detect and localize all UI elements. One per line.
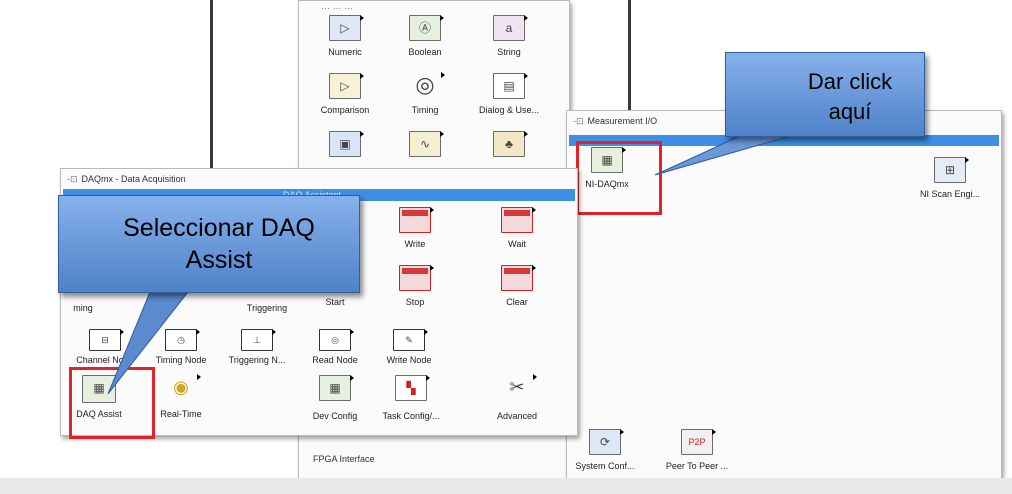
read-node-icon: ◎ (319, 329, 354, 351)
palette-item-ni-scan-engine[interactable]: ⊞ NI Scan Engi... (907, 157, 993, 200)
palette-item-label: Wait (508, 239, 526, 249)
palette-item-label: Read Node (312, 355, 358, 365)
palette-item-label: Timing (411, 105, 439, 115)
write-icon (399, 207, 434, 233)
palette-item-label: Dialog & Use... (478, 105, 540, 115)
palette-item-label: Write (404, 239, 426, 249)
real-time-icon: ◉ (165, 374, 201, 401)
dar-click-text: Dar click aquí (807, 69, 893, 124)
palette-item-label: System Conf... (575, 461, 635, 471)
clear-icon (501, 265, 536, 291)
boolean-icon: Ⓐ (409, 15, 444, 41)
palette-item-label: Dev Config (312, 411, 358, 421)
palette-item-app-control[interactable]: ♣ (473, 131, 545, 157)
cut-off-label-row: … … … (321, 1, 354, 11)
task-config-icon: ▚ (395, 375, 430, 401)
seleccionar-callout: Seleccionar DAQ Assist (58, 195, 360, 293)
panel-title: -⊡ DAQmx - Data Acquisition (67, 174, 186, 184)
pin-icon[interactable]: -⊡ (67, 174, 78, 184)
palette-item-label: Start (325, 297, 345, 307)
numeric-icon: ▷ (329, 15, 364, 41)
channel-node-icon: ⊟ (89, 329, 124, 351)
list-item-fpga-interface[interactable]: FPGA Interface (313, 454, 375, 464)
canvas-bottom-strip (0, 478, 1012, 494)
daq-assist-highlight (69, 367, 155, 439)
stop-icon (399, 265, 434, 291)
palette-item-label: Triggering N... (228, 355, 286, 365)
background-divider-right (628, 0, 631, 115)
palette-item-boolean[interactable]: Ⓐ Boolean (389, 15, 461, 58)
palette-item-label: Peer To Peer ... (665, 461, 729, 471)
palette-item-task-config[interactable]: ▚ Task Config/... (375, 375, 447, 422)
palette-item-wait[interactable]: Wait (481, 207, 553, 250)
palette-item-dev-config[interactable]: ▦ Dev Config (299, 375, 371, 422)
palette-item-real-time[interactable]: ◉ Real-Time (145, 374, 217, 420)
palette-item-label: Boolean (408, 47, 442, 57)
system-config-icon: ⟳ (589, 429, 624, 455)
triggering-node-icon: ⊥ (241, 329, 276, 351)
seleccionar-text: Seleccionar DAQ Assist (123, 214, 315, 274)
comparison-icon: ▷ (329, 73, 364, 99)
string-icon: a (493, 15, 528, 41)
palette-item-system-config[interactable]: ⟳ System Conf... (569, 429, 641, 472)
dev-config-icon: ▦ (319, 375, 354, 401)
palette-item-clear[interactable]: Clear (481, 265, 553, 308)
palette-item-timing[interactable]: ◎ Timing (389, 72, 461, 116)
save-icon: ▣ (329, 131, 364, 157)
palette-item-numeric[interactable]: ▷ Numeric (309, 15, 381, 58)
dialog-icon: ▤ (493, 73, 528, 99)
palette-item-label: Triggering (246, 303, 288, 313)
wait-icon (501, 207, 536, 233)
palette-item-string[interactable]: a String (473, 15, 545, 58)
palette-item-read-node[interactable]: ◎ Read Node (299, 329, 371, 366)
palette-item-dialog[interactable]: ▤ Dialog & Use... (473, 73, 545, 116)
palette-item-label: Advanced (496, 411, 538, 421)
palette-item-file-io[interactable]: ▣ (309, 131, 381, 157)
palette-item-stop[interactable]: Stop (379, 265, 451, 308)
palette-item-label: Real-Time (160, 409, 202, 419)
palette-item-label: Channel Node (76, 355, 134, 365)
peer-to-peer-icon: P2P (681, 429, 716, 455)
scan-engine-icon: ⊞ (934, 157, 969, 183)
app-control-icon: ♣ (493, 131, 528, 157)
palette-item-peer-to-peer[interactable]: P2P Peer To Peer ... (661, 429, 733, 472)
palette-item-label: Clear (506, 297, 528, 307)
palette-item-triggering-node[interactable]: ⊥ Triggering N... (221, 329, 293, 366)
palette-item-label: Timing Node (155, 355, 207, 365)
timing-icon: ◎ (409, 72, 445, 99)
palette-item-waveform[interactable]: ∿ (389, 131, 461, 157)
dar-click-callout: Dar click aquí (725, 52, 925, 137)
palette-item-label: NI Scan Engi... (919, 189, 981, 199)
write-node-icon: ✎ (393, 329, 428, 351)
palette-item-label: Numeric (328, 47, 362, 57)
timing-node-icon: ◷ (165, 329, 200, 351)
palette-item-label: Write Node (386, 355, 432, 365)
ni-daqmx-highlight (576, 141, 662, 215)
palette-item-channel-node[interactable]: ⊟ Channel Node (69, 329, 141, 366)
waveform-icon: ∿ (409, 131, 444, 157)
palette-item-write-node[interactable]: ✎ Write Node (373, 329, 445, 366)
palette-item-comparison[interactable]: ▷ Comparison (309, 73, 381, 116)
palette-item-advanced[interactable]: ✂ Advanced (481, 374, 553, 422)
advanced-icon: ✂ (501, 374, 537, 401)
palette-item-timing-node[interactable]: ◷ Timing Node (145, 329, 217, 366)
palette-item-label: Comparison (320, 105, 370, 115)
pin-icon[interactable]: -⊡ (573, 116, 584, 126)
palette-item-label: Stop (405, 297, 425, 307)
palette-item-label: ming (73, 303, 93, 313)
palette-item-label: String (497, 47, 521, 57)
palette-item-label: Task Config/... (382, 411, 440, 421)
palette-item-write[interactable]: Write (379, 207, 451, 250)
